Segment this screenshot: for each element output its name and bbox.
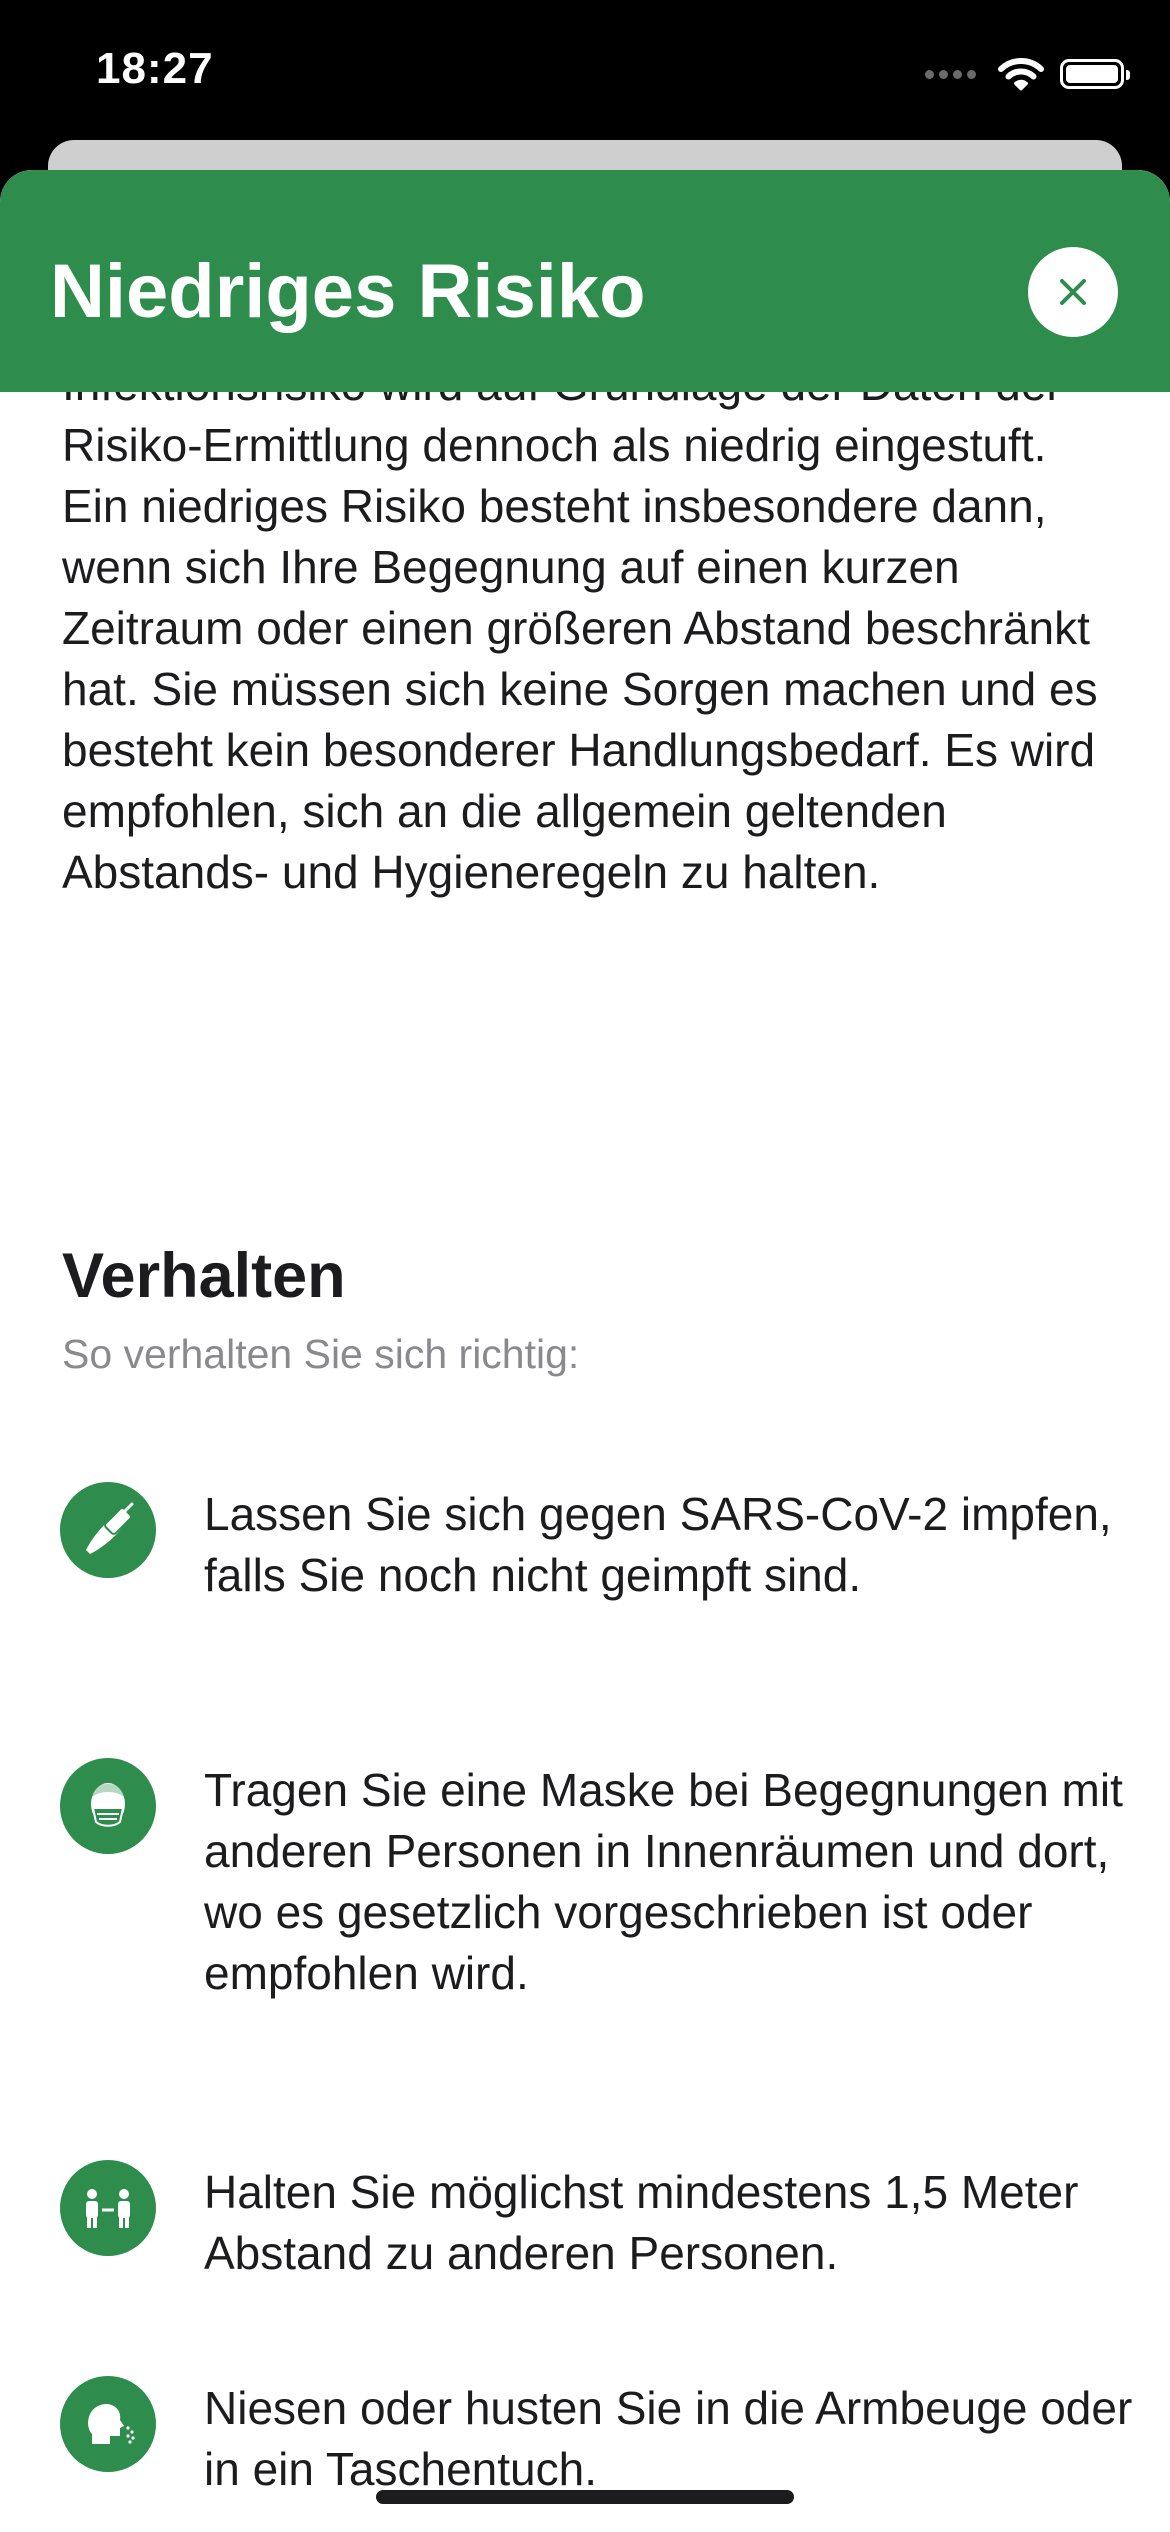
close-button[interactable] (1028, 247, 1118, 337)
wifi-icon (998, 58, 1044, 91)
behavior-text: Halten Sie möglichst mindestens 1,5 Mete… (204, 2166, 1079, 2279)
home-indicator[interactable] (376, 2490, 794, 2504)
behavior-text: Lassen Sie sich gegen SARS-CoV-2 impfen,… (204, 1488, 1112, 1601)
behavior-text: Tragen Sie eine Maske bei Begegnungen mi… (204, 1764, 1123, 1999)
close-icon (1060, 279, 1086, 305)
cellular-signal-icon (925, 69, 976, 79)
section-subtitle: So verhalten Sie sich richtig: (62, 1331, 580, 1377)
status-time: 18:27 (96, 44, 214, 93)
page-title: Niedriges Risiko (50, 249, 646, 334)
risk-detail-sheet: Niedriges Risiko Infektionsrisiko wird a… (0, 170, 1170, 2532)
face-mask-icon (60, 1758, 156, 1854)
status-indicators (925, 52, 1130, 96)
section-title-behavior: Verhalten (62, 1241, 346, 1311)
behavior-text: Niesen oder husten Sie in die Armbeuge o… (204, 2382, 1133, 2495)
scroll-content[interactable]: Infektionsrisiko wird auf Grundlage der … (0, 392, 1170, 2532)
sneeze-icon (60, 2376, 156, 2472)
distance-icon (60, 2160, 156, 2256)
risk-description: Infektionsrisiko wird auf Grundlage der … (62, 392, 1098, 898)
status-bar: 18:27 (0, 0, 1170, 160)
vaccine-arm-icon (60, 1482, 156, 1578)
sheet-header: Niedriges Risiko (0, 170, 1170, 392)
battery-icon (1060, 59, 1130, 89)
